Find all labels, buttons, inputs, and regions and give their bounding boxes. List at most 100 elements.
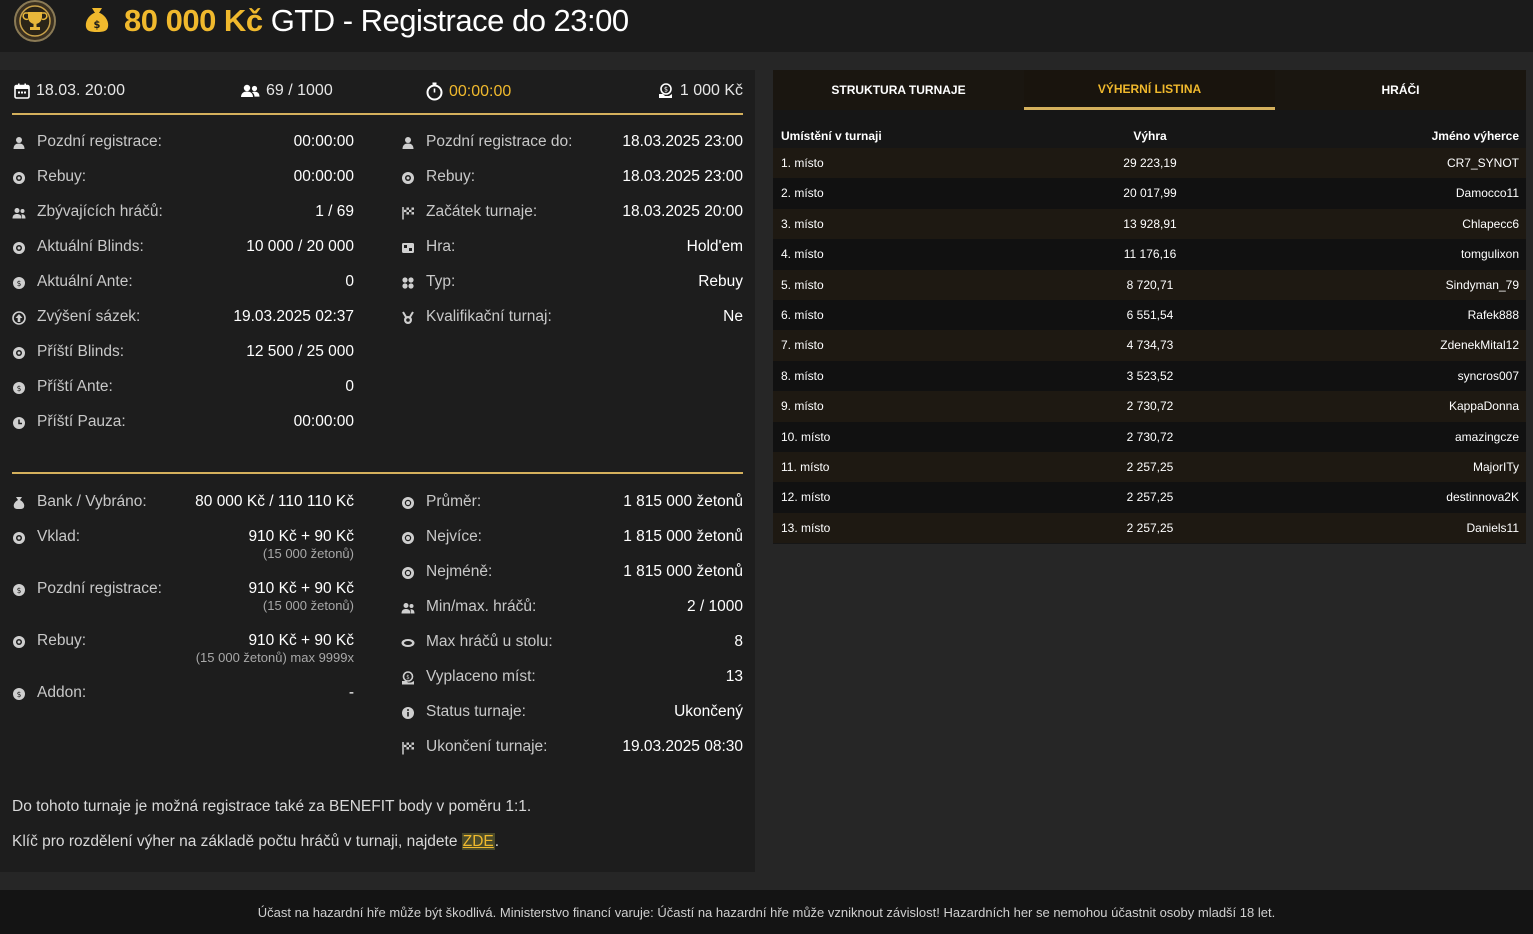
place-cell: 10. místo	[781, 429, 831, 444]
winner-cell: destinnova2K	[1446, 490, 1519, 505]
detail-row: Pozdní registrace do: 18.03.2025 23:00	[401, 133, 743, 168]
detail-row: Kvalifikační turnaj: Ne	[401, 308, 743, 343]
info-icon	[402, 707, 414, 719]
place-cell: 4. místo	[781, 247, 824, 262]
detail-value: 8	[734, 633, 743, 650]
top-stats-bar: 18.03. 20:00 69 / 1000 00:00:00 $ 1 000 …	[12, 82, 743, 104]
place-cell: 7. místo	[781, 338, 824, 353]
chip-icon	[402, 497, 414, 509]
medal-icon	[402, 311, 414, 324]
gold-divider	[12, 113, 743, 115]
payout-key-note: Klíč pro rozdělení výher na základě počt…	[12, 833, 500, 850]
detail-value: Rebuy	[698, 273, 743, 290]
money-bag-icon	[13, 497, 25, 509]
place-cell: 9. místo	[781, 399, 824, 414]
cash-icon: $	[658, 83, 672, 98]
detail-label: Vyplaceno míst:	[426, 668, 536, 685]
chips-icon	[402, 172, 414, 184]
users-icon	[401, 603, 415, 614]
detail-label: Pozdní registrace:	[37, 133, 162, 150]
detail-value: 10 000 / 20 000	[246, 238, 354, 255]
player-count: 69 / 1000	[240, 82, 333, 100]
chips-icon	[13, 532, 25, 544]
winner-cell: amazingcze	[1454, 429, 1519, 444]
table-row: 12. místo 2 257,25 destinnova2K	[773, 482, 1526, 513]
column-header: Jméno výherce	[1431, 129, 1519, 143]
detail-row: Začátek turnaje: 18.03.2025 20:00	[401, 203, 743, 238]
chip-icon	[402, 567, 414, 579]
tab-payouts[interactable]: VÝHERNÍ LISTINA	[1024, 70, 1275, 110]
place-cell: 3. místo	[781, 216, 824, 231]
winner-cell: KappaDonna	[1448, 399, 1519, 414]
table-row: 13. místo 2 257,25 Daniels11	[773, 512, 1526, 544]
column-header: Umístění v turnaji	[781, 129, 882, 143]
stat-row: Nejméně: 1 815 000 žetonů	[401, 563, 743, 598]
prize-cell: 8 720,71	[1126, 277, 1174, 292]
prize-cell: 2 730,72	[1126, 399, 1174, 414]
detail-label: Status turnaje:	[426, 703, 526, 720]
suits-icon	[402, 277, 414, 289]
detail-value: 00:00:00	[293, 168, 354, 185]
detail-value: 0	[345, 378, 354, 395]
tab-structure[interactable]: STRUKTURA TURNAJE	[773, 70, 1024, 110]
detail-value: Hold'em	[686, 238, 743, 255]
detail-value: 2 / 1000	[686, 598, 743, 615]
start-date: 18.03. 20:00	[14, 82, 125, 100]
stat-row: Status turnaje: Ukončený	[401, 703, 743, 738]
column-header: Výhra	[1133, 129, 1167, 143]
tournament-info-panel: 18.03. 20:00 69 / 1000 00:00:00 $ 1 000 …	[0, 70, 755, 872]
bank-column: Bank / Vybráno: 80 000 Kč / 110 110 Kč V…	[12, 493, 354, 719]
detail-value: 1 815 000 žetonů	[623, 493, 743, 510]
user-icon	[402, 137, 414, 149]
stat-row: Ukončení turnaje: 19.03.2025 08:30	[401, 738, 743, 773]
chips-icon	[13, 347, 25, 359]
prize-cell: 2 257,25	[1126, 490, 1174, 505]
cards-icon	[402, 243, 414, 253]
tab-players[interactable]: HRÁČI	[1275, 70, 1526, 110]
prize-cell: 3 523,52	[1126, 368, 1174, 383]
detail-label: Hra:	[426, 238, 456, 255]
detail-label: Rebuy:	[426, 168, 476, 185]
results-panel: STRUKTURA TURNAJE VÝHERNÍ LISTINA HRÁČI …	[773, 70, 1526, 544]
detail-row: Zbývajících hráčů: 1 / 69	[12, 203, 354, 238]
clock-icon	[13, 417, 25, 429]
winner-cell: tomgulixon	[1460, 247, 1519, 262]
addon-row: $ Addon: -	[12, 684, 354, 719]
svg-text:$: $	[17, 384, 22, 393]
winner-cell: Damocco11	[1455, 186, 1519, 201]
detail-row: Hra: Hold'em	[401, 238, 743, 273]
tab-bar: STRUKTURA TURNAJE VÝHERNÍ LISTINA HRÁČI	[773, 70, 1526, 110]
detail-label: Příští Pauza:	[37, 413, 126, 430]
winner-cell: CR7_SYNOT	[1446, 156, 1519, 170]
prize-cell: 4 734,73	[1126, 338, 1174, 353]
prize-cell: 20 017,99	[1123, 186, 1177, 201]
gambling-warning-footer: Účast na hazardní hře může být škodlivá.…	[0, 890, 1533, 934]
table-row: 8. místo 3 523,52 syncros007	[773, 360, 1526, 392]
users-icon	[12, 208, 26, 219]
detail-value: 1 815 000 žetonů	[623, 563, 743, 580]
detail-value: 18.03.2025 20:00	[622, 203, 743, 220]
details-right-column: Pozdní registrace do: 18.03.2025 23:00 Reb…	[401, 133, 743, 343]
detail-label: Ukončení turnaje:	[426, 738, 548, 755]
table-row: 1. místo 29 223,19 CR7_SYNOT	[773, 148, 1526, 179]
trophy-icon	[14, 0, 56, 42]
prize-cell: 29 223,19	[1123, 156, 1177, 170]
winner-cell: MajorITy	[1472, 459, 1519, 474]
prize-cell: 11 176,16	[1123, 247, 1177, 262]
place-cell: 6. místo	[781, 307, 824, 322]
table-icon	[401, 639, 415, 647]
detail-label: Aktuální Ante:	[37, 273, 133, 290]
detail-value: 00:00:00	[293, 413, 354, 430]
chip-icon	[402, 532, 414, 544]
place-cell: 12. místo	[781, 490, 831, 505]
payout-key-link[interactable]: ZDE	[461, 833, 495, 850]
stats-right-column: Průměr: 1 815 000 žetonů Nejvíce: 1 815 000…	[401, 493, 743, 773]
table-row: 11. místo 2 257,25 MajorITy	[773, 451, 1526, 483]
detail-label: Nejméně:	[426, 563, 493, 580]
detail-value: 19.03.2025 08:30	[622, 738, 743, 755]
payout-icon: $	[402, 671, 414, 685]
detail-label: Zbývajících hráčů:	[37, 203, 163, 220]
detail-row: $ Příští Ante: 0	[12, 378, 354, 413]
prize-cell: 2 257,25	[1126, 520, 1174, 535]
place-cell: 1. místo	[781, 156, 824, 170]
